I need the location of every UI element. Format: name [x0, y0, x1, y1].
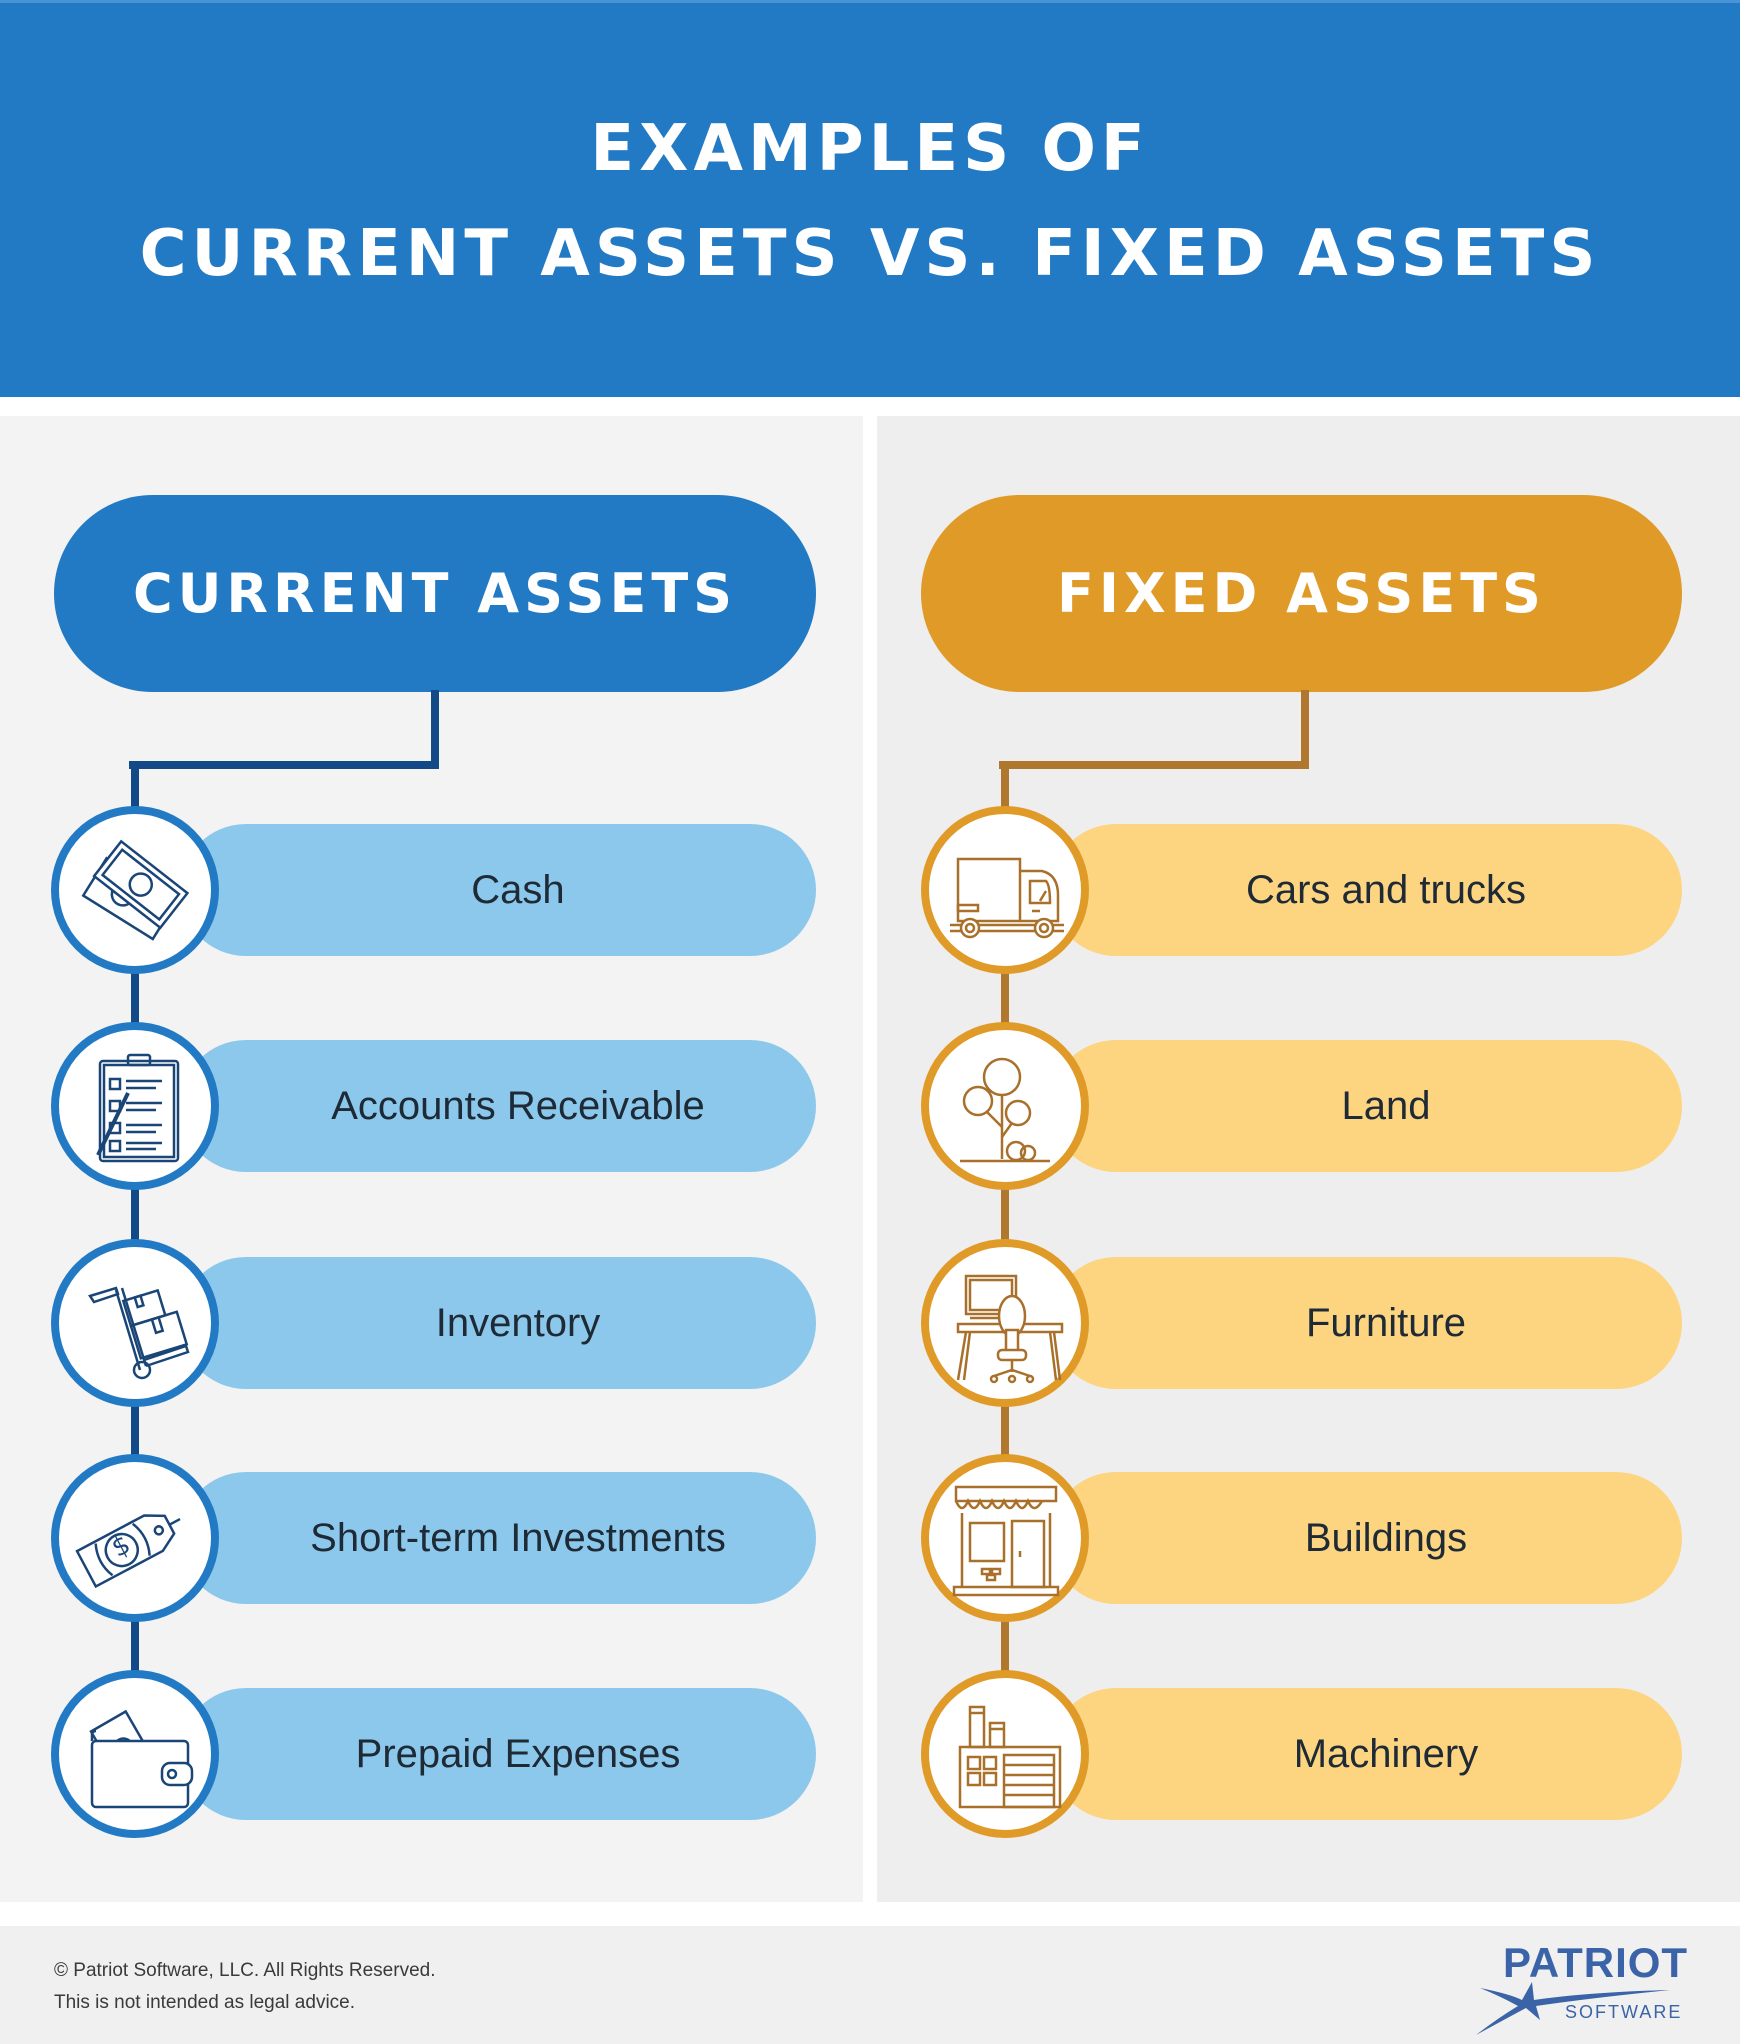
icon-circle [921, 806, 1089, 974]
patriot-software-logo[interactable]: PATRIOT SOFTWARE [1470, 1940, 1700, 2040]
money-tag-icon: $ [75, 1514, 181, 1589]
disclaimer-text: This is not intended as legal advice. [54, 1992, 356, 2013]
desk-chair-icon [956, 1274, 1064, 1384]
icon-circle [921, 1454, 1089, 1622]
item-label: Cars and trucks [1245, 867, 1527, 912]
item-label: Accounts Receivable [331, 1083, 705, 1128]
icon-circle [921, 1670, 1089, 1838]
item-label: Cash [471, 867, 565, 912]
icon-circle [921, 1239, 1089, 1407]
list-item-machinery: Machinery [1050, 1688, 1682, 1820]
factory-icon [958, 1705, 1062, 1809]
list-item-accounts-receivable: Accounts Receivable [180, 1040, 816, 1172]
logo-wordmark: PATRIOT [1503, 1939, 1689, 1986]
list-item-furniture: Furniture [1050, 1257, 1682, 1389]
copyright-text: © Patriot Software, LLC. All Rights Rese… [54, 1960, 436, 1981]
title-line-2: CURRENT ASSETS VS. FIXED ASSETS [139, 217, 1601, 291]
item-label: Prepaid Expenses [355, 1731, 681, 1776]
storefront-icon [952, 1485, 1060, 1597]
tree-icon [960, 1057, 1050, 1163]
item-label: Furniture [1305, 1300, 1467, 1345]
item-label: Land [1341, 1083, 1431, 1128]
list-item-inventory: Inventory [180, 1257, 816, 1389]
list-item-cars-and-trucks: Cars and trucks [1050, 824, 1682, 956]
connector-line [1301, 690, 1309, 769]
cash-icon [81, 839, 190, 941]
list-item-prepaid-expenses: Prepaid Expenses [180, 1688, 816, 1820]
connector-line [431, 690, 439, 769]
list-item-buildings: Buildings [1050, 1472, 1682, 1604]
item-label: Inventory [435, 1300, 601, 1345]
truck-icon [950, 857, 1064, 939]
icon-circle [51, 1670, 219, 1838]
icon-circle [51, 1022, 219, 1190]
logo-subtitle: SOFTWARE [1565, 2002, 1683, 2022]
connector-line [129, 761, 439, 769]
icon-circle: $ [51, 1454, 219, 1622]
title-line-1: EXAMPLES OF [590, 112, 1150, 186]
icon-circle [51, 806, 219, 974]
hand-truck-boxes-icon [88, 1286, 190, 1380]
item-label: Machinery [1293, 1731, 1479, 1776]
wallet-icon [89, 1709, 194, 1809]
fixed-assets-heading: FIXED ASSETS [921, 495, 1682, 692]
list-item-land: Land [1050, 1040, 1682, 1172]
header-banner: EXAMPLES OF CURRENT ASSETS VS. FIXED ASS… [0, 0, 1740, 397]
clipboard-checklist-icon [96, 1053, 180, 1163]
list-item-short-term-investments: Short-term Investments [180, 1472, 816, 1604]
item-label: Buildings [1304, 1515, 1468, 1560]
icon-circle [921, 1022, 1089, 1190]
list-item-cash: Cash [180, 824, 816, 956]
current-assets-heading: CURRENT ASSETS [54, 495, 816, 692]
svg-text:$: $ [107, 1530, 136, 1564]
connector-line [999, 761, 1309, 769]
item-label: Short-term Investments [310, 1515, 726, 1560]
icon-circle [51, 1239, 219, 1407]
